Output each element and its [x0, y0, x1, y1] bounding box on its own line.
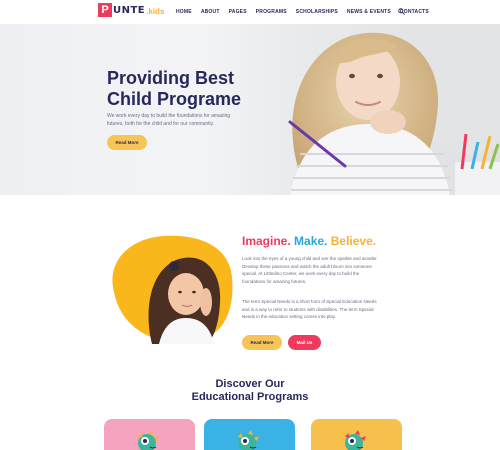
nav-home[interactable]: HOME: [176, 9, 192, 15]
hero-read-more-button[interactable]: Read More: [107, 135, 147, 150]
heading-word-believe: Believe.: [330, 234, 377, 248]
nav-programs[interactable]: PROGRAMS: [256, 9, 287, 15]
hero-text-line2: futures, both for the child and for our …: [107, 121, 215, 127]
programs-heading-line2: Educational Programs: [191, 391, 309, 403]
imagine-paragraph-2: The term Special Needs is a short form o…: [242, 298, 392, 321]
chameleon-icon: [138, 430, 159, 450]
para1-line: special. At Littledino Center, we work e…: [242, 271, 360, 276]
hero-title-line2: Child Programe: [107, 89, 242, 109]
program-card-1[interactable]: [104, 419, 195, 450]
imagine-paragraph-1: Look into the eyes of a young child and …: [242, 255, 392, 285]
logo-initial: P: [98, 3, 112, 17]
chameleon-icon: [345, 430, 366, 450]
para1-line: foundations for amazing futures.: [242, 278, 307, 284]
heading-word-make: Make.: [294, 234, 328, 248]
program-card-3[interactable]: [311, 419, 402, 450]
child-photo-blob: [112, 235, 233, 344]
read-more-button[interactable]: Read More: [242, 335, 282, 350]
para1-line: Develop these passions and watch the adu…: [242, 263, 372, 269]
mail-us-button[interactable]: Mail Us: [288, 335, 321, 350]
search-icon[interactable]: [398, 8, 405, 15]
logo-text: UNTE: [113, 4, 146, 16]
hero-banner: Providing Best Child Programe We work ev…: [0, 24, 500, 195]
chameleon-icon: [238, 430, 259, 450]
programs-heading: Discover Our Educational Programs: [150, 378, 350, 404]
site-header: P UNTE .kids HOME ABOUT PAGES PROGRAMS S…: [0, 0, 500, 24]
hero-title: Providing Best Child Programe: [107, 68, 277, 110]
heading-word-imagine: Imagine.: [242, 234, 291, 248]
hero-description: We work every day to build the foundatio…: [107, 112, 235, 128]
para2-line: Needs in the education setting comes int…: [242, 314, 336, 319]
para2-line: The term Special Needs is a short form o…: [242, 299, 377, 304]
logo[interactable]: P UNTE .kids: [98, 3, 164, 17]
nav-news-events[interactable]: NEWS & EVENTS: [347, 9, 391, 15]
hero-text-line1: We work every day to build the foundatio…: [107, 113, 231, 119]
nav-about[interactable]: ABOUT: [201, 9, 220, 15]
para2-line: and is a way to refer to students with d…: [242, 306, 374, 312]
logo-suffix: .kids: [146, 6, 165, 16]
programs-heading-line1: Discover Our: [215, 378, 285, 390]
nav-scholarships[interactable]: SCHOLARSHIPS: [296, 9, 338, 15]
para1-line: Look into the eyes of a young child and …: [242, 256, 378, 261]
program-card-2[interactable]: [204, 419, 295, 450]
hero-title-line1: Providing Best: [107, 68, 235, 88]
main-nav: HOME ABOUT PAGES PROGRAMS SCHOLARSHIPS N…: [176, 9, 429, 15]
nav-pages[interactable]: PAGES: [229, 9, 247, 15]
imagine-heading: Imagine. Make. Believe.: [242, 234, 376, 248]
